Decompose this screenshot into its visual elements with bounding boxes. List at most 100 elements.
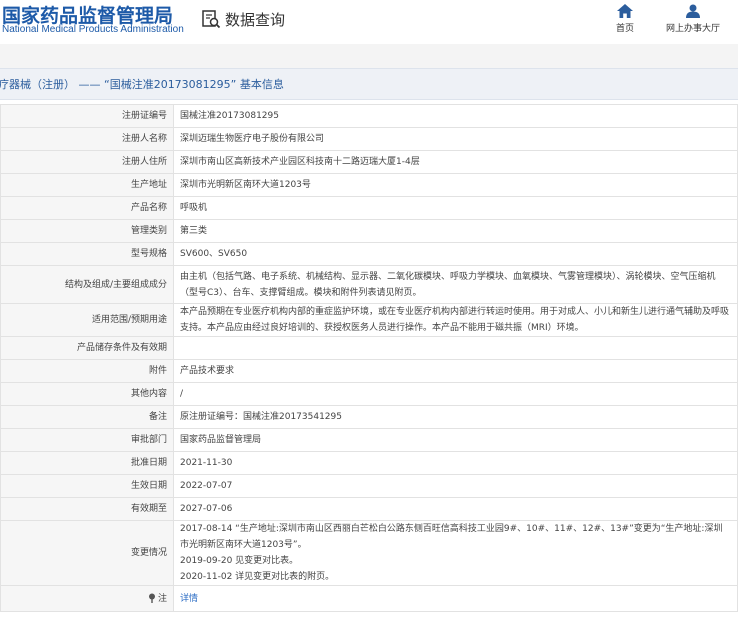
record-title-bar: 疗器械（注册） —— “国械注准20173081295” 基本信息 xyxy=(0,68,738,100)
field-label-text: 生效日期 xyxy=(130,481,167,491)
field-value: 国械注准20173081295 xyxy=(173,104,738,128)
field-label-text: 注册人住所 xyxy=(121,157,167,167)
table-row: 产品储存条件及有效期 xyxy=(0,336,738,360)
field-label: 注册人住所 xyxy=(0,150,174,174)
field-label: 附件 xyxy=(0,359,174,383)
field-label: 管理类别 xyxy=(0,219,174,243)
search-document-icon xyxy=(202,10,221,29)
field-value-text: 国械注准20173081295 xyxy=(180,111,279,121)
field-label: 产品名称 xyxy=(0,196,174,220)
field-label-text: 批准日期 xyxy=(130,458,167,468)
field-label-text: 变更情况 xyxy=(130,548,167,558)
field-label: 注 xyxy=(0,585,174,612)
table-row: 注册人住所 深圳市南山区高新技术产业园区科技南十二路迈瑞大厦1-4层 xyxy=(0,150,738,174)
site-logo-en: National Medical Products Administration xyxy=(2,24,184,35)
field-value-text: 2027-07-06 xyxy=(180,504,233,514)
table-row: 其他内容 / xyxy=(0,382,738,406)
nav-home-label: 首页 xyxy=(615,24,634,34)
field-value: 国家药品监督管理局 xyxy=(173,428,738,452)
field-label: 注册证编号 xyxy=(0,104,174,128)
field-label-text: 产品储存条件及有效期 xyxy=(76,343,167,353)
field-value: 原注册证编号：国械注准20173541295 xyxy=(173,405,738,429)
field-value: / xyxy=(173,382,738,406)
data-query-label: 数据查询 xyxy=(225,10,286,29)
table-row: 注册人名称 深圳迈瑞生物医疗电子股份有限公司 xyxy=(0,127,738,151)
user-icon xyxy=(686,4,700,18)
table-row: 适用范围/预期用途 本产品预期在专业医疗机构内部的重症监护环境，或在专业医疗机构内… xyxy=(0,303,738,337)
field-value-text: 深圳市南山区高新技术产业园区科技南十二路迈瑞大厦1-4层 xyxy=(180,157,420,167)
table-row: 注册证编号 国械注准20173081295 xyxy=(0,104,738,128)
field-value-text: 由主机（包括气路、电子系统、机械结构、显示器、二氧化碳模块、呼吸力学模块、血氧模… xyxy=(180,271,716,298)
field-label-text: 结构及组成/主要组成成分 xyxy=(64,279,167,290)
data-query-tab[interactable]: 数据查询 xyxy=(201,8,285,30)
table-row: 结构及组成/主要组成成分 由主机（包括气路、电子系统、机械结构、显示器、二氧化碳模… xyxy=(0,265,738,304)
table-row: 管理类别 第三类 xyxy=(0,219,738,243)
table-row: 生产地址 深圳市光明新区南环大道1203号 xyxy=(0,173,738,197)
field-label: 产品储存条件及有效期 xyxy=(0,336,174,360)
table-row: 注 详情 xyxy=(0,585,738,612)
details-link[interactable]: 详情 xyxy=(180,594,198,604)
field-value: 深圳市光明新区南环大道1203号 xyxy=(173,173,738,197)
field-label-text: 适用范围/预期用途 xyxy=(91,315,167,325)
header-spacer xyxy=(0,44,738,68)
field-label: 生效日期 xyxy=(0,474,174,498)
field-value: 深圳迈瑞生物医疗电子股份有限公司 xyxy=(173,127,738,151)
field-label: 批准日期 xyxy=(0,451,174,475)
site-header: 国家药品监督管理局 National Medical Products Admi… xyxy=(0,0,738,44)
field-value: SV600、SV650 xyxy=(173,242,738,266)
field-label: 结构及组成/主要组成成分 xyxy=(0,265,174,304)
field-label-text: 型号规格 xyxy=(130,249,167,259)
field-label-text: 其他内容 xyxy=(130,389,167,399)
field-label-text: 审批部门 xyxy=(130,435,167,445)
record-detail-table: 注册证编号 国械注准20173081295 注册人名称 深圳迈瑞生物医疗电子股份有限公… xyxy=(0,104,738,612)
field-label-text: 生产地址 xyxy=(130,180,167,190)
table-row: 审批部门 国家药品监督管理局 xyxy=(0,428,738,452)
field-value: 2017-08-14 “生产地址:深圳市南山区西丽白芒松白公路东侧百旺信高科技工… xyxy=(173,520,738,586)
field-value-text: 2017-08-14 “生产地址:深圳市南山区西丽白芒松白公路东侧百旺信高科技工… xyxy=(180,524,723,582)
field-value: 详情 xyxy=(173,585,738,612)
field-value-text: 深圳市光明新区南环大道1203号 xyxy=(180,180,311,190)
field-value-text: 第三类 xyxy=(180,226,208,236)
field-value-text: 深圳迈瑞生物医疗电子股份有限公司 xyxy=(180,134,325,144)
field-label-text: 附件 xyxy=(148,366,167,376)
table-row: 附件 产品技术要求 xyxy=(0,359,738,383)
field-value: 产品技术要求 xyxy=(173,359,738,383)
field-label: 备注 xyxy=(0,405,174,429)
field-value: 呼吸机 xyxy=(173,196,738,220)
field-label-text: 注 xyxy=(157,593,167,604)
table-row: 变更情况 2017-08-14 “生产地址:深圳市南山区西丽白芒松白公路东侧百旺信… xyxy=(0,520,738,586)
field-value xyxy=(173,336,738,360)
field-value: 第三类 xyxy=(173,219,738,243)
nav-online-hall[interactable]: 网上办事大厅 xyxy=(658,4,728,34)
field-value: 2022-07-07 xyxy=(173,474,738,498)
field-value-text: SV600、SV650 xyxy=(180,249,248,259)
field-label-text: 有效期至 xyxy=(130,504,167,514)
field-value: 2027-07-06 xyxy=(173,497,738,521)
field-label-text: 管理类别 xyxy=(130,226,167,236)
field-label-text: 注册证编号 xyxy=(121,111,167,121)
nav-online-hall-label: 网上办事大厅 xyxy=(665,24,720,34)
field-label-text: 产品名称 xyxy=(130,203,167,213)
field-label: 型号规格 xyxy=(0,242,174,266)
table-row: 产品名称 呼吸机 xyxy=(0,196,738,220)
field-label: 适用范围/预期用途 xyxy=(0,303,174,337)
field-value-text: 呼吸机 xyxy=(180,203,208,213)
table-row: 有效期至 2027-07-06 xyxy=(0,497,738,521)
field-value-text: 原注册证编号：国械注准20173541295 xyxy=(180,412,342,422)
field-label-text: 备注 xyxy=(148,412,167,422)
field-value-text: 本产品预期在专业医疗机构内部的重症监护环境，或在专业医疗机构内部进行转运时使用。… xyxy=(180,307,730,333)
field-value-text: 2022-07-07 xyxy=(180,481,233,491)
field-value-text: 国家药品监督管理局 xyxy=(180,435,262,445)
table-row: 备注 原注册证编号：国械注准20173541295 xyxy=(0,405,738,429)
field-label: 审批部门 xyxy=(0,428,174,452)
table-row: 批准日期 2021-11-30 xyxy=(0,451,738,475)
field-value: 2021-11-30 xyxy=(173,451,738,475)
nav-home[interactable]: 首页 xyxy=(590,4,660,34)
field-value: 本产品预期在专业医疗机构内部的重症监护环境，或在专业医疗机构内部进行转运时使用。… xyxy=(173,303,738,337)
home-icon xyxy=(617,4,633,18)
field-value: 由主机（包括气路、电子系统、机械结构、显示器、二氧化碳模块、呼吸力学模块、血氧模… xyxy=(173,265,738,304)
field-label: 其他内容 xyxy=(0,382,174,406)
field-label: 变更情况 xyxy=(0,520,174,586)
record-title: 疗器械（注册） —— “国械注准20173081295” 基本信息 xyxy=(0,78,284,91)
pin-icon xyxy=(148,593,155,603)
